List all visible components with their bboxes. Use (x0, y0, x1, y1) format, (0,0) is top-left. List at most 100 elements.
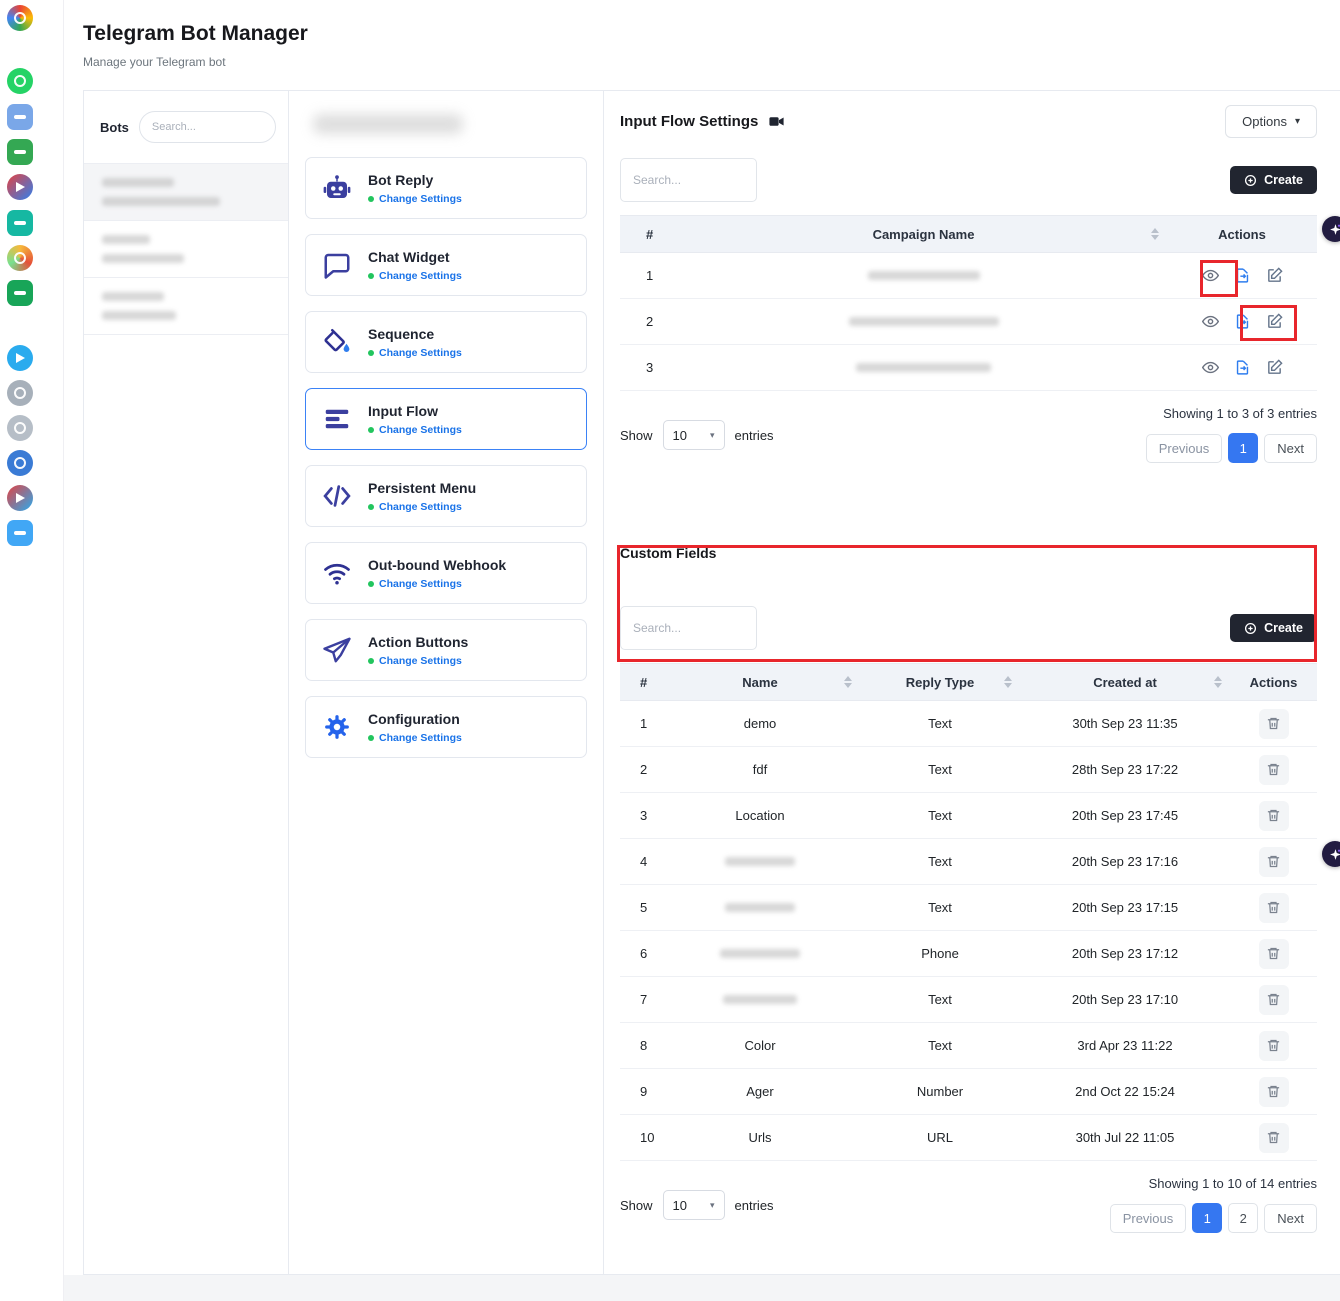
bot-grey-icon[interactable] (7, 380, 33, 406)
change-settings-link[interactable]: Change Settings (368, 424, 462, 436)
change-settings-link[interactable]: Change Settings (368, 193, 462, 205)
menu-card-action-buttons[interactable]: Action Buttons Change Settings (305, 619, 587, 681)
created-at: 2nd Oct 22 15:24 (1020, 1084, 1230, 1099)
telegram-icon[interactable] (7, 345, 33, 371)
delete-button[interactable] (1259, 1077, 1289, 1107)
shop-icon[interactable] (7, 280, 33, 306)
column-header[interactable]: # (620, 675, 660, 690)
menu-card-label: Input Flow (368, 403, 462, 419)
bot-messenger-icon[interactable] (7, 104, 33, 130)
export-icon[interactable] (1233, 267, 1251, 285)
page-button-2[interactable]: 2 (1228, 1203, 1258, 1233)
settings-menu: Bot Reply Change Settings Chat Widget Ch… (289, 91, 604, 1274)
delete-button[interactable] (1259, 1123, 1289, 1153)
custom-fields-search-input[interactable] (633, 621, 744, 635)
column-header-reply-type[interactable]: Reply Type (860, 675, 1020, 690)
delete-button[interactable] (1259, 847, 1289, 877)
menu-card-label: Configuration (368, 711, 462, 727)
previous-button[interactable]: Previous (1110, 1204, 1187, 1233)
bot-list-item[interactable] (84, 163, 288, 221)
export-icon[interactable] (1233, 313, 1251, 331)
sort-icon[interactable] (844, 676, 852, 688)
custom-fields-search[interactable] (620, 606, 757, 650)
menu-card-persistent-menu[interactable]: Persistent Menu Change Settings (305, 465, 587, 527)
menu-card-configuration[interactable]: Configuration Change Settings (305, 696, 587, 758)
created-at: 30th Sep 23 11:35 (1020, 716, 1230, 731)
column-header-campaign-name[interactable]: Campaign Name (680, 227, 1167, 242)
input-flow-search-input[interactable] (633, 173, 744, 187)
dialer-icon[interactable] (7, 450, 33, 476)
column-header-created-at[interactable]: Created at (1020, 675, 1230, 690)
change-settings-link[interactable]: Change Settings (368, 270, 462, 282)
telegram-marketing-icon[interactable] (7, 174, 33, 200)
create-custom-field-button[interactable]: Create (1230, 614, 1317, 642)
export-icon[interactable] (1233, 359, 1251, 377)
sort-icon[interactable] (1214, 676, 1222, 688)
next-button[interactable]: Next (1264, 1204, 1317, 1233)
next-button[interactable]: Next (1264, 434, 1317, 463)
page-button-1[interactable]: 1 (1192, 1203, 1222, 1233)
trash-icon (1266, 854, 1281, 869)
created-at: 20th Sep 23 17:10 (1020, 992, 1230, 1007)
bot-list-item[interactable] (84, 278, 288, 335)
video-camera-icon[interactable] (768, 113, 785, 130)
whatsapp-icon[interactable] (7, 68, 33, 94)
menu-card-chat-widget[interactable]: Chat Widget Change Settings (305, 234, 587, 296)
change-settings-link[interactable]: Change Settings (368, 347, 462, 359)
app-logo-icon[interactable] (7, 5, 33, 31)
telegram-broadcast-icon[interactable] (7, 485, 33, 511)
delete-button[interactable] (1259, 939, 1289, 969)
delete-button[interactable] (1259, 755, 1289, 785)
change-settings-link[interactable]: Change Settings (368, 655, 468, 667)
status-dot (368, 581, 374, 587)
menu-card-input-flow[interactable]: Input Flow Change Settings (305, 388, 587, 450)
live-chat-icon[interactable] (7, 520, 33, 546)
field-name: demo (660, 716, 860, 731)
view-icon[interactable] (1201, 267, 1219, 285)
field-name: Urls (660, 1130, 860, 1145)
page-title: Telegram Bot Manager (83, 22, 308, 46)
teal-chat-icon[interactable] (7, 210, 33, 236)
bots-search-input[interactable] (152, 121, 263, 133)
green-app-icon[interactable] (7, 139, 33, 165)
bot-list-item[interactable] (84, 221, 288, 278)
sort-icon[interactable] (1004, 676, 1012, 688)
entries-summary: Showing 1 to 10 of 14 entries (1149, 1176, 1317, 1191)
change-settings-link[interactable]: Change Settings (368, 501, 476, 513)
edit-icon[interactable] (1265, 313, 1283, 331)
menu-card-sequence[interactable]: Sequence Change Settings (305, 311, 587, 373)
table-row: 2 fdf Text 28th Sep 23 17:22 (620, 747, 1317, 793)
view-icon[interactable] (1201, 313, 1219, 331)
entries-label: entries (735, 1198, 774, 1213)
edit-icon[interactable] (1265, 267, 1283, 285)
delete-button[interactable] (1259, 985, 1289, 1015)
reply-type: Phone (860, 946, 1020, 961)
contacts-icon[interactable] (7, 415, 33, 441)
column-header[interactable]: # (620, 227, 680, 242)
bots-search[interactable] (139, 111, 276, 143)
page-size-select[interactable]: 10▾ (663, 420, 725, 450)
page-size-select[interactable]: 10▾ (663, 1190, 725, 1220)
sort-icon[interactable] (1151, 228, 1159, 240)
multi-messenger-icon[interactable] (7, 245, 33, 271)
created-at: 30th Jul 22 11:05 (1020, 1130, 1230, 1145)
change-settings-link[interactable]: Change Settings (368, 732, 462, 744)
redacted-bot-name (102, 235, 150, 244)
delete-button[interactable] (1259, 1031, 1289, 1061)
footer-strip (64, 1275, 1340, 1301)
edit-icon[interactable] (1265, 359, 1283, 377)
menu-card-bot-reply[interactable]: Bot Reply Change Settings (305, 157, 587, 219)
previous-button[interactable]: Previous (1146, 434, 1223, 463)
menu-card-outbound-webhook[interactable]: Out-bound Webhook Change Settings (305, 542, 587, 604)
status-dot (368, 658, 374, 664)
page-button-1[interactable]: 1 (1228, 433, 1258, 463)
view-icon[interactable] (1201, 359, 1219, 377)
options-button[interactable]: Options▾ (1225, 105, 1317, 138)
create-input-flow-button[interactable]: Create (1230, 166, 1317, 194)
delete-button[interactable] (1259, 893, 1289, 923)
column-header-name[interactable]: Name (660, 675, 860, 690)
delete-button[interactable] (1259, 801, 1289, 831)
change-settings-link[interactable]: Change Settings (368, 578, 506, 590)
input-flow-search[interactable] (620, 158, 757, 202)
delete-button[interactable] (1259, 709, 1289, 739)
